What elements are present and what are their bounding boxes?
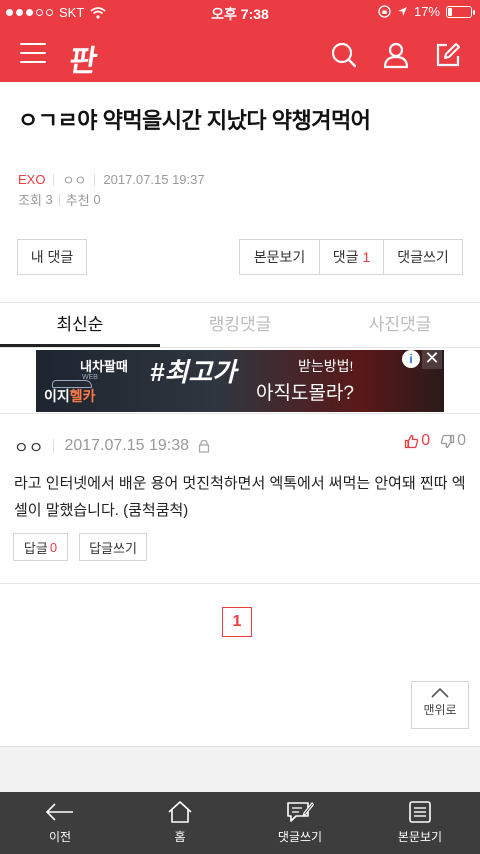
logo[interactable]: 판	[67, 36, 99, 80]
comment-body: 라고 인터넷에서 배운 용어 멋진척하면서 엑톡에서 써먹는 안여돼 찐따 엑셀…	[14, 475, 466, 519]
comment-votes: 0 0	[404, 432, 466, 450]
bottom-nav-write-comment[interactable]: 댓글쓰기	[240, 792, 360, 854]
app-header: 판	[0, 26, 480, 82]
write-comment-label: 댓글쓰기	[397, 249, 449, 265]
thumbs-up-icon	[405, 434, 419, 448]
likes-count: 0	[93, 192, 101, 207]
back-arrow-icon	[45, 803, 73, 821]
comment-author: ㅇㅇ	[14, 440, 44, 457]
ad-text-4: 아직도몰라?	[256, 383, 354, 404]
document-icon	[409, 801, 431, 823]
top-bar: SKT 오후 7:38 17% 판	[0, 0, 480, 82]
tab-latest[interactable]: 최신순	[0, 304, 160, 347]
view-body-button[interactable]: 본문보기	[239, 239, 320, 275]
comments-label: 댓글	[332, 249, 359, 265]
reply-label: 답글	[23, 540, 48, 556]
chevron-up-icon	[431, 687, 449, 698]
footer-spacer	[0, 746, 480, 792]
search-icon[interactable]	[329, 40, 359, 70]
ad-text-3: 받는방법!	[298, 358, 354, 374]
comment-date: 2017.07.15 19:38	[64, 437, 190, 454]
post-stats: 조회 3 추천 0	[18, 190, 101, 209]
post-author: ㅇㅇ	[62, 173, 87, 188]
ad-banner[interactable]: 내차팔때 #최고가 받는방법! 아직도몰라? WEB 이지헬카 i ✕	[36, 350, 444, 412]
view-body-label: 본문보기	[253, 249, 306, 265]
ad-info-icon[interactable]: i	[402, 350, 420, 368]
section-divider	[0, 302, 480, 303]
upvote-button[interactable]: 0	[404, 432, 430, 450]
views-count: 3	[45, 192, 53, 207]
comments-count: 1	[362, 249, 371, 265]
scroll-to-top-button[interactable]: 맨위로	[411, 681, 469, 729]
ad-headline: #최고가	[150, 357, 237, 387]
my-comments-button[interactable]: 내 댓글	[17, 239, 87, 275]
downvote-count: 0	[457, 432, 466, 449]
bottom-nav-write-comment-label: 댓글쓰기	[277, 830, 323, 844]
post-category[interactable]: EXO	[18, 172, 45, 187]
lock-icon	[198, 439, 210, 453]
comments-button[interactable]: 댓글 1	[319, 239, 384, 275]
comment-divider	[0, 583, 480, 584]
bottom-nav-view-body[interactable]: 본문보기	[360, 792, 480, 854]
likes-label: 추천	[65, 193, 90, 208]
page-number-current[interactable]: 1	[222, 607, 252, 637]
bottom-nav: 이전 홈 댓글쓰기 본문보기	[0, 792, 480, 854]
user-icon[interactable]	[381, 40, 411, 70]
location-arrow-icon	[397, 7, 407, 16]
ad-brand-b: 헬카	[69, 388, 96, 404]
battery-percent: 17%	[413, 4, 440, 19]
ad-divider	[0, 413, 480, 414]
comment-header: ㅇㅇ 2017.07.15 19:38	[14, 434, 211, 458]
bottom-nav-back-label: 이전	[48, 830, 72, 844]
write-reply-button[interactable]: 답글쓰기	[79, 533, 147, 561]
write-icon[interactable]	[433, 40, 463, 70]
reply-count: 0	[49, 539, 58, 555]
scroll-to-top-label: 맨위로	[423, 703, 457, 717]
post-title: ㅇㄱㄹ야 약먹을시간 지났다 약챙겨먹어	[18, 108, 371, 133]
status-bar: SKT 오후 7:38 17%	[0, 0, 480, 26]
ad-text-1: 내차팔때	[80, 359, 128, 374]
my-comments-label: 내 댓글	[30, 249, 74, 265]
bottom-nav-view-body-label: 본문보기	[397, 830, 443, 844]
rotation-lock-icon	[378, 5, 391, 18]
menu-icon[interactable]	[20, 43, 46, 65]
ad-brand-a: 이지	[44, 388, 70, 404]
tab-photo[interactable]: 사진댓글	[320, 304, 480, 347]
bottom-nav-back[interactable]: 이전	[0, 792, 120, 854]
battery-icon	[446, 5, 475, 18]
ad-brand-small: WEB	[82, 374, 98, 381]
ad-close-icon[interactable]: ✕	[422, 350, 442, 369]
post-date: 2017.07.15 19:37	[103, 172, 205, 187]
bottom-nav-home-label: 홈	[174, 830, 186, 844]
thumbs-down-icon	[440, 434, 455, 448]
reply-button[interactable]: 답글 0	[13, 533, 68, 561]
comment-write-icon	[287, 802, 314, 822]
comment-tabs: 최신순 랭킹댓글 사진댓글	[0, 304, 480, 348]
post-meta: EXO ㅇㅇ 2017.07.15 19:37	[18, 170, 205, 189]
downvote-button[interactable]: 0	[440, 432, 466, 450]
ad-brand: 이지헬카	[44, 386, 96, 406]
home-icon	[168, 801, 192, 823]
bottom-nav-home[interactable]: 홈	[120, 792, 240, 854]
upvote-count: 0	[421, 432, 431, 449]
tab-ranking[interactable]: 랭킹댓글	[160, 304, 320, 347]
views-label: 조회	[18, 193, 42, 208]
write-comment-button[interactable]: 댓글쓰기	[383, 239, 463, 275]
write-reply-label: 답글쓰기	[89, 540, 137, 556]
